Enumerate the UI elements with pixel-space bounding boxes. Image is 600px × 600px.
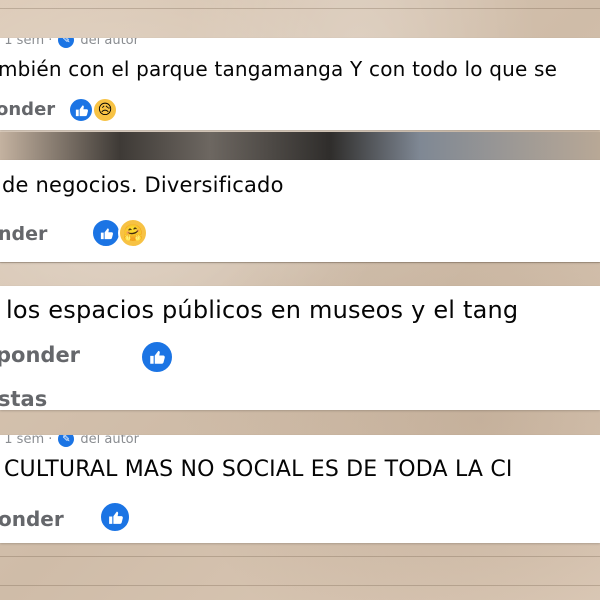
author-tag: del autor [80, 38, 139, 48]
comment-text: mbién con el parque tangamanga Y con tod… [0, 57, 558, 81]
reply-link[interactable]: ponder [0, 343, 80, 367]
reply-link[interactable]: nder [0, 223, 47, 245]
care-emoji-icon[interactable]: 🤗 [118, 218, 148, 248]
reply-link[interactable]: onder [0, 507, 64, 531]
background-photo [0, 132, 600, 162]
comment-meta: · 1 sem · ✎ del autor [0, 435, 600, 449]
like-icon[interactable] [91, 218, 121, 248]
comment-text: los espacios públicos en museos y el tan… [6, 296, 519, 324]
author-badge-icon: ✎ [58, 38, 75, 48]
comment-strip-4: · 1 sem · ✎ del autor CULTURAL MAS NO SO… [0, 435, 600, 543]
comment-meta: · 1 sem · ✎ del autor [0, 38, 600, 52]
comment-strip-3: los espacios públicos en museos y el tan… [0, 286, 600, 410]
like-icon[interactable] [68, 97, 94, 123]
comment-strip-2: de negocios. Diversificado nder 🤗 [0, 160, 600, 262]
like-icon[interactable] [140, 340, 174, 374]
author-tag: del autor [80, 435, 139, 447]
comment-time: · 1 sem · [0, 38, 53, 48]
comment-text: de negocios. Diversificado [2, 173, 284, 197]
comment-strip-1: · 1 sem · ✎ del autor mbién con el parqu… [0, 38, 600, 130]
like-icon[interactable] [99, 501, 131, 533]
comment-text: CULTURAL MAS NO SOCIAL ES DE TODA LA CI [4, 457, 513, 482]
author-badge-icon: ✎ [58, 435, 75, 447]
view-replies-link[interactable]: stas [0, 387, 47, 410]
comment-time: · 1 sem · [0, 435, 53, 447]
reply-link[interactable]: onder [0, 99, 55, 120]
sad-emoji-icon[interactable]: 😥 [92, 97, 118, 123]
